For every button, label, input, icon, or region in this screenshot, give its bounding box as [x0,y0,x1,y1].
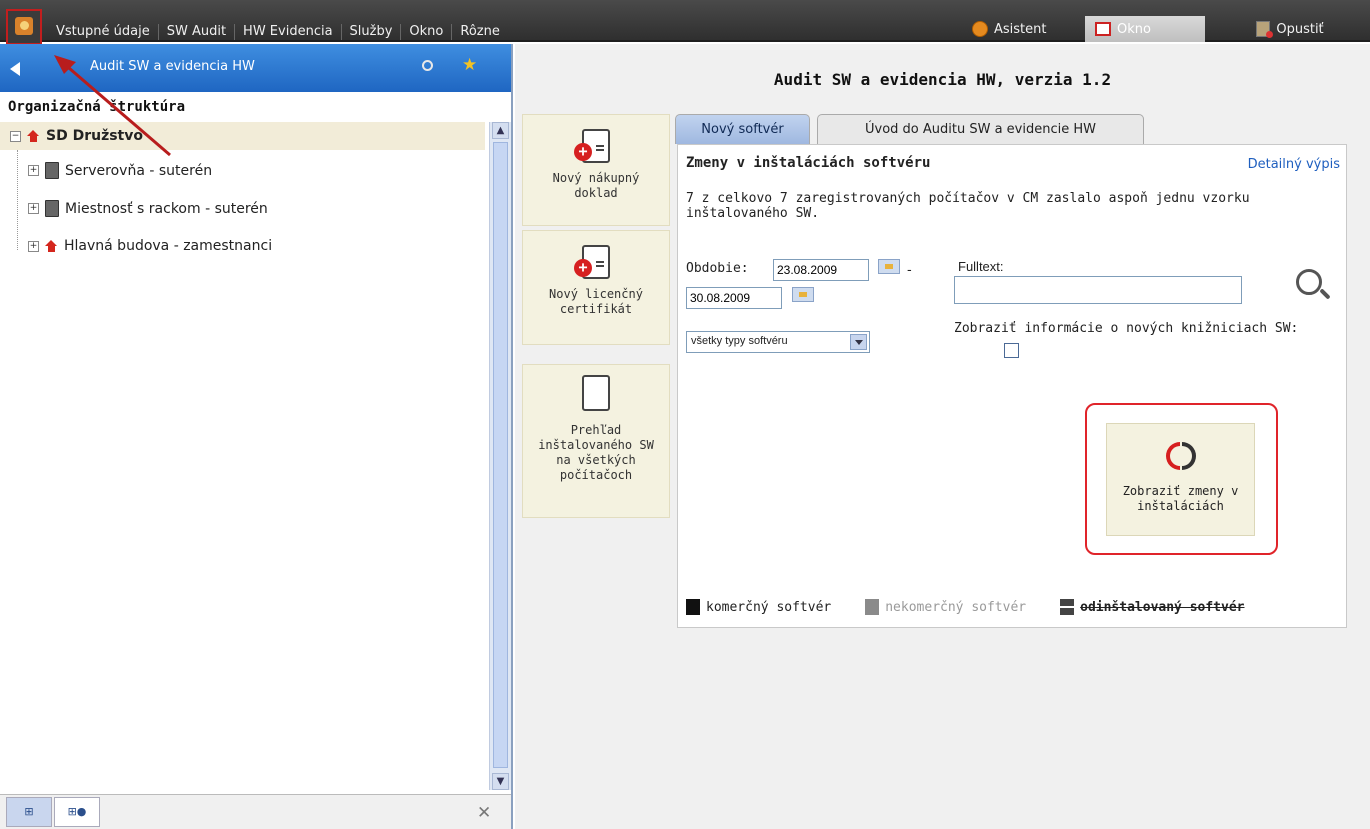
menu-okno[interactable]: Okno [401,24,453,40]
show-changes-label: Zobraziť zmeny v inštaláciách [1122,484,1239,513]
menu-sw-audit[interactable]: SW Audit [159,24,236,40]
menu-vstupne-udaje[interactable]: Vstupné údaje [48,24,159,40]
date-to-field[interactable] [686,287,782,309]
org-structure-heading: Organizačná štruktúra [8,99,186,115]
legend-swatch [1058,599,1077,615]
exit-icon [1256,21,1274,38]
new-libraries-checkbox[interactable] [1004,343,1019,358]
show-changes-button[interactable]: Zobraziť zmeny v inštaláciách [1106,423,1255,536]
fulltext-label: Fulltext: [958,259,1004,274]
tree-scrollbar[interactable]: ▲ ▼ [489,122,511,790]
server-icon [45,162,59,179]
okno-button[interactable]: Okno [1085,16,1205,42]
menubar: Vstupné údaje SW Audit HW Evidencia Služ… [0,0,1370,45]
legend: komerčný softvér nekomerčný softvér odin… [686,597,1336,617]
date-from-field[interactable] [773,259,869,281]
left-panel: Audit SW a evidencia HW ★ Organizačná št… [0,44,513,829]
expand-icon[interactable]: + [28,165,39,176]
legend-label: odinštalovaný softvér [1080,599,1245,615]
tab-new-software[interactable]: Nový softvér [675,114,810,144]
house-icon [45,240,58,252]
scroll-thumb[interactable] [493,142,508,768]
tree-connector [17,150,18,250]
left-panel-header: Audit SW a evidencia HW ★ [0,44,511,92]
page-title: Audit SW a evidencia HW, verzia 1.2 [773,70,1112,89]
expand-icon[interactable]: + [28,203,39,214]
expand-icon[interactable]: + [28,240,39,252]
scroll-up-icon[interactable]: ▲ [492,122,509,139]
left-panel-title: Audit SW a evidencia HW [90,59,255,74]
window-icon [1095,22,1111,36]
new-purchase-document-button[interactable]: + Nový nákupný doklad [522,114,670,226]
new-license-certificate-button[interactable]: + Nový licenčný certifikát [522,230,670,345]
tree-node-root[interactable]: − SD Družstvo [0,122,485,150]
tab-intro[interactable]: Úvod do Auditu SW a evidencie HW [817,114,1144,144]
opustit-button[interactable]: Opustiť [1210,16,1370,42]
period-label: Obdobie: [686,261,749,276]
legend-label: komerčný softvér [706,599,832,615]
opustit-label: Opustiť [1276,21,1324,37]
tree-node-label: Miestnosť s rackom - suterén [65,200,268,217]
network-tree-view-tab[interactable]: ⊞● [54,797,100,827]
installed-sw-overview-button[interactable]: Prehľad inštalovaného SW na všetkých poč… [522,364,670,518]
detail-listing-link[interactable]: Detailný výpis [1248,157,1340,172]
legend-uninstalled: odinštalovaný softvér [1058,599,1245,615]
org-tree-view-tab[interactable]: ⊞ [6,797,52,827]
okno-label: Okno [1117,21,1151,37]
tree-node-label: SD Družstvo [46,128,143,144]
date-range-separator: - [907,263,912,278]
software-type-select[interactable]: všetky typy softvéru [686,331,870,353]
menu-sluzby[interactable]: Služby [342,24,402,40]
calendar-icon[interactable] [792,287,814,302]
software-type-value: všetky typy softvéru [691,335,788,347]
collapse-icon[interactable]: − [10,130,21,142]
scroll-down-icon[interactable]: ▼ [492,773,509,790]
tile-label: Nový licenčný certifikát [549,287,643,316]
search-icon[interactable] [1296,269,1322,295]
tools-icon[interactable]: ✕ [477,803,491,823]
info-text: 7 z celkovo 7 zaregistrovaných počítačov… [686,191,1250,221]
content-panel: Zmeny v inštaláciách softvéru Detailný v… [677,144,1347,628]
report-icon [582,375,610,411]
chevron-down-icon[interactable] [850,334,867,350]
main-menu: Vstupné údaje SW Audit HW Evidencia Služ… [48,22,508,42]
house-icon [27,130,40,142]
menu-hw-evidencia[interactable]: HW Evidencia [235,24,342,40]
tree-node-hlavna-budova[interactable]: + Hlavná budova - zamestnanci [28,238,272,254]
legend-commercial: komerčný softvér [686,599,831,615]
asistent-label: Asistent [994,21,1047,37]
legend-label: nekomerčný softvér [885,599,1027,615]
org-tree: − SD Družstvo + Serverovňa - suterén + M… [0,122,490,790]
left-panel-footer: ⊞ ⊞● ✕ [0,794,511,829]
assistant-icon [972,21,988,37]
add-document-icon: + [574,245,610,279]
legend-swatch [686,599,700,615]
refresh-icon [1164,440,1198,474]
new-libraries-label: Zobraziť informácie o nových knižniciach… [954,321,1299,336]
section-title: Zmeny v inštaláciách softvéru [686,155,931,171]
legend-swatch [865,599,880,615]
fulltext-input[interactable] [954,276,1242,304]
search-icon[interactable] [422,60,433,71]
legend-noncommercial: nekomerčný softvér [865,599,1026,615]
menu-rozne[interactable]: Rôzne [452,24,507,40]
tree-node-label: Serverovňa - suterén [65,162,213,179]
calendar-icon[interactable] [878,259,900,274]
tile-label: Prehľad inštalovaného SW na všetkých poč… [538,423,654,482]
server-icon [45,200,59,217]
add-document-icon: + [574,129,610,163]
tree-node-miestnost[interactable]: + Miestnosť s rackom - suterén [28,200,268,217]
app-menu-icon[interactable] [6,9,42,45]
tree-node-label: Hlavná budova - zamestnanci [64,238,273,254]
asistent-button[interactable]: Asistent [962,16,1080,42]
main-area: Audit SW a evidencia HW, verzia 1.2 + No… [515,44,1370,829]
tree-node-serverovna[interactable]: + Serverovňa - suterén [28,162,212,179]
back-arrow-icon[interactable] [10,62,20,76]
favorite-star-icon[interactable]: ★ [462,55,477,75]
tile-label: Nový nákupný doklad [552,171,640,200]
